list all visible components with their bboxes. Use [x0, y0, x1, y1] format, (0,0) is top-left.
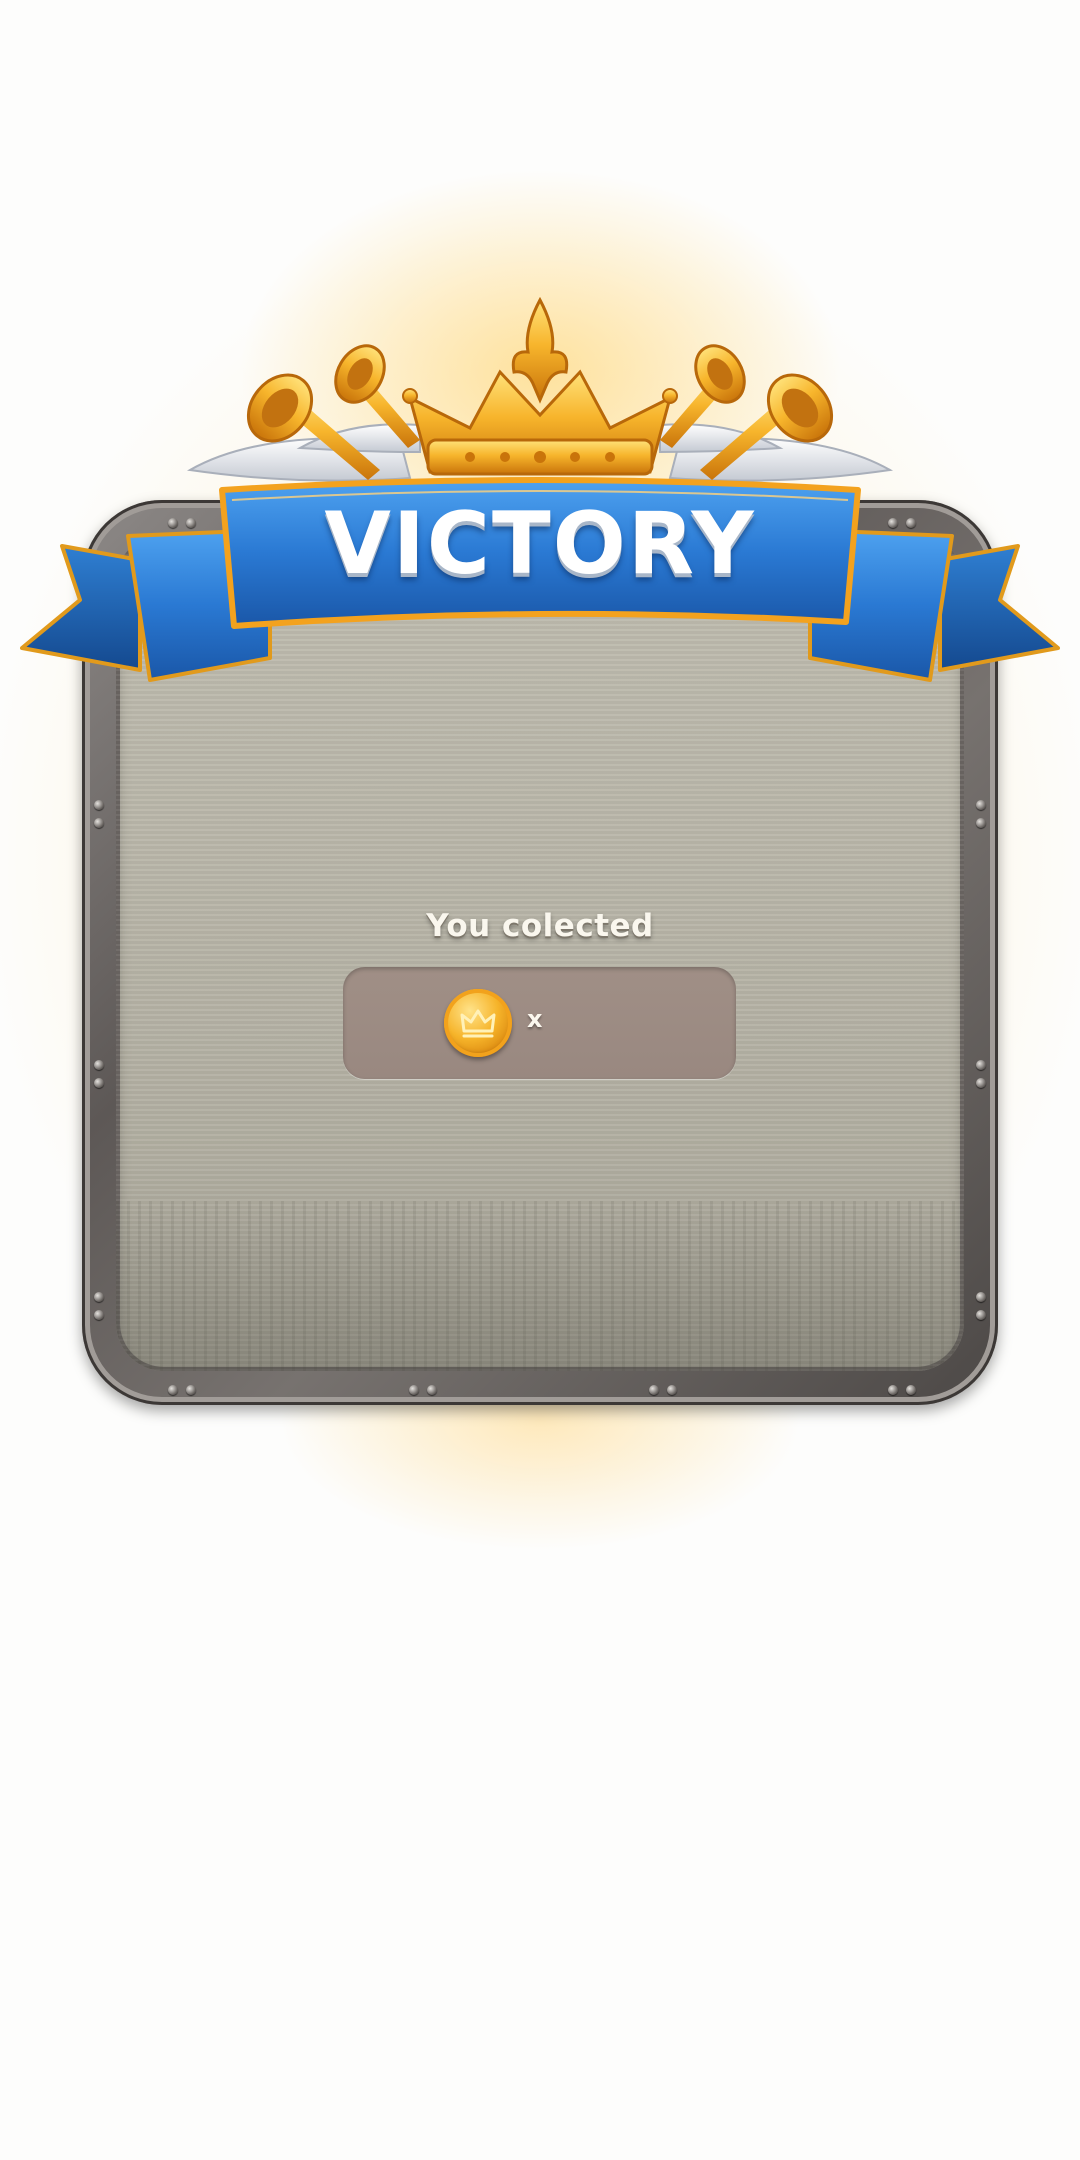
crown-icon [402, 296, 678, 476]
left-wing-icon [186, 423, 421, 482]
rivet [649, 1385, 659, 1395]
rivet [94, 800, 104, 810]
rivet [976, 1310, 986, 1320]
rivet [976, 1078, 986, 1088]
rivet [976, 1292, 986, 1302]
rivet [168, 1385, 178, 1395]
reward-box: x [343, 967, 736, 1079]
rivet [186, 1385, 196, 1395]
reward-multiplier: x [527, 1005, 543, 1033]
rivet [94, 1310, 104, 1320]
rivet [888, 1385, 898, 1395]
rivet [94, 1078, 104, 1088]
rivet [906, 1385, 916, 1395]
rivet [427, 1385, 437, 1395]
rivet [976, 1060, 986, 1070]
rivet [976, 800, 986, 810]
victory-banner-art [20, 296, 1060, 682]
rivet [94, 818, 104, 828]
collected-label: You colected [426, 908, 654, 944]
rivet [94, 1292, 104, 1302]
rivet [409, 1385, 419, 1395]
crown-coin-icon [444, 989, 512, 1057]
rivet [94, 1060, 104, 1070]
right-wing-icon [659, 423, 894, 482]
victory-title: VICTORY [324, 494, 756, 594]
rivet [976, 818, 986, 828]
rivet [667, 1385, 677, 1395]
panel-grime [116, 1201, 964, 1371]
